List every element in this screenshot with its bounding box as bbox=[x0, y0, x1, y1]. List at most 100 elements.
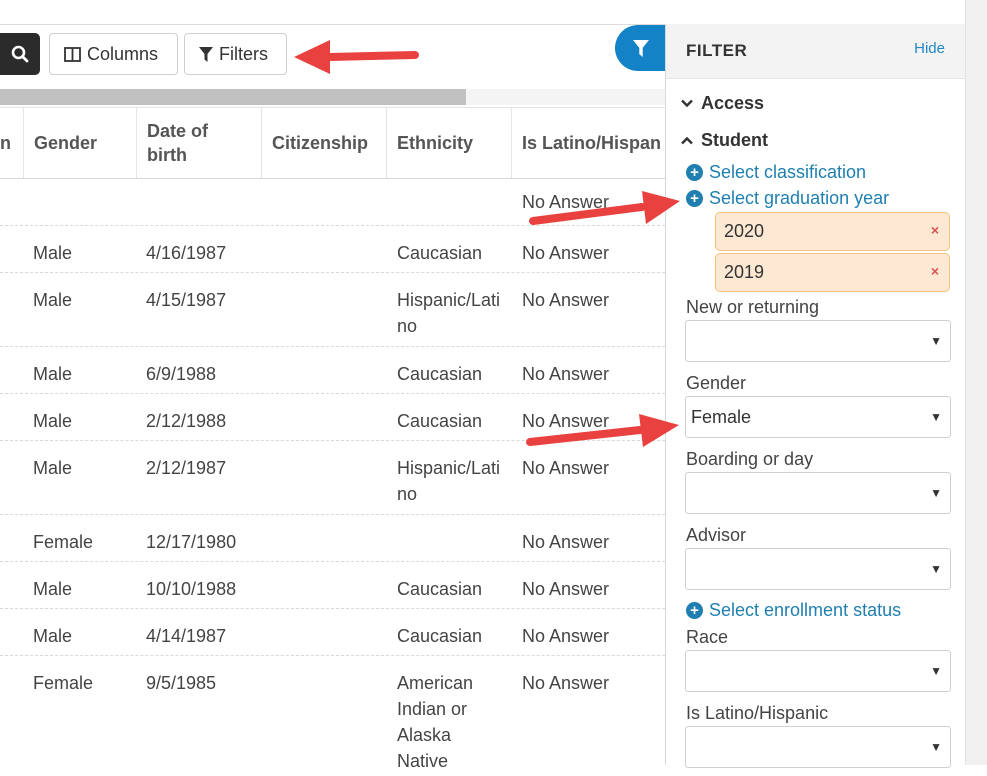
caret-down-icon: ▼ bbox=[930, 410, 942, 424]
latino-select[interactable]: ▼ bbox=[685, 726, 951, 768]
latino-label: Is Latino/Hispanic bbox=[686, 703, 829, 723]
table-row[interactable]: Male 2/12/1987 Hispanic/Latino No Answer bbox=[0, 441, 665, 515]
students-table: n Gender Date of birth Citizenship Ethni… bbox=[0, 107, 665, 776]
caret-down-icon: ▼ bbox=[930, 486, 942, 500]
gender-cell: Male bbox=[33, 364, 73, 384]
dob-cell: 4/15/1987 bbox=[146, 290, 227, 310]
horizontal-scrollbar-thumb[interactable] bbox=[0, 89, 466, 105]
chip-label: 2019 bbox=[724, 262, 765, 282]
advisor-select[interactable]: ▼ bbox=[685, 548, 951, 590]
columns-label: Columns bbox=[87, 43, 159, 64]
table-row[interactable]: Male 4/15/1987 Hispanic/Latino No Answer bbox=[0, 273, 665, 347]
dob-cell: 9/5/1985 bbox=[146, 673, 217, 693]
table-row[interactable]: Male 4/16/1987 Caucasian No Answer bbox=[0, 226, 665, 273]
latino-cell: No Answer bbox=[522, 458, 610, 478]
columns-icon bbox=[64, 46, 81, 62]
gender-cell: Male bbox=[33, 579, 73, 599]
ethnicity-cell: Caucasian bbox=[397, 626, 483, 646]
caret-down-icon: ▼ bbox=[930, 562, 942, 576]
select-graduation-year-label: Select graduation year bbox=[709, 188, 890, 208]
ethnicity-cell: Caucasian bbox=[397, 579, 483, 599]
latino-cell: No Answer bbox=[522, 579, 610, 599]
funnel-icon bbox=[199, 46, 213, 62]
select-classification-link[interactable]: + Select classification bbox=[686, 162, 866, 183]
section-student[interactable]: Student bbox=[681, 130, 768, 151]
ethnicity-cell: Caucasian bbox=[397, 364, 483, 384]
ethnicity-cell: Caucasian bbox=[397, 243, 483, 263]
table-row[interactable]: Male 10/10/1988 Caucasian No Answer bbox=[0, 562, 665, 609]
table-header: n Gender Date of birth Citizenship Ethni… bbox=[0, 107, 665, 179]
filters-label: Filters bbox=[219, 43, 268, 64]
top-divider bbox=[0, 24, 665, 25]
plus-circle-icon: + bbox=[686, 164, 703, 181]
gender-select[interactable]: Female ▼ bbox=[685, 396, 951, 438]
column-header[interactable]: n bbox=[0, 108, 24, 178]
gender-cell: Male bbox=[33, 626, 73, 646]
dob-cell: 4/14/1987 bbox=[146, 626, 227, 646]
select-classification-label: Select classification bbox=[709, 162, 867, 182]
plus-circle-icon: + bbox=[686, 602, 703, 619]
column-header-gender[interactable]: Gender bbox=[24, 108, 137, 178]
table-row[interactable]: Male 6/9/1988 Caucasian No Answer bbox=[0, 347, 665, 394]
race-select[interactable]: ▼ bbox=[685, 650, 951, 692]
filters-button[interactable]: Filters bbox=[184, 33, 287, 75]
funnel-icon bbox=[633, 39, 649, 57]
filter-panel-header: FILTER Hide bbox=[666, 24, 965, 79]
column-header-latino[interactable]: Is Latino/Hispan bbox=[512, 108, 665, 178]
gender-cell: Female bbox=[33, 532, 94, 552]
caret-down-icon: ▼ bbox=[930, 740, 942, 754]
hide-filter-link[interactable]: Hide bbox=[914, 40, 945, 57]
ethnicity-cell: Caucasian bbox=[397, 411, 483, 431]
latino-cell: No Answer bbox=[522, 673, 610, 693]
new-or-returning-select[interactable]: ▼ bbox=[685, 320, 951, 362]
latino-cell: No Answer bbox=[522, 411, 610, 431]
graduation-year-chip: 2020 × bbox=[715, 212, 950, 251]
chip-label: 2020 bbox=[724, 221, 765, 241]
dob-cell: 6/9/1988 bbox=[146, 364, 217, 384]
latino-cell: No Answer bbox=[522, 364, 610, 384]
gender-cell: Male bbox=[33, 458, 73, 478]
latino-cell: No Answer bbox=[522, 626, 610, 646]
arrow-to-filters-icon bbox=[294, 40, 419, 74]
columns-button[interactable]: Columns bbox=[49, 33, 178, 75]
ethnicity-cell: Hispanic/Latino bbox=[397, 290, 501, 336]
filter-panel: FILTER Hide Access Student + Select clas… bbox=[665, 24, 965, 768]
remove-chip-icon[interactable]: × bbox=[931, 263, 939, 279]
chevron-down-icon bbox=[681, 99, 693, 108]
graduation-year-chip: 2019 × bbox=[715, 253, 950, 292]
select-enrollment-status-label: Select enrollment status bbox=[709, 600, 902, 620]
column-header-ethnicity[interactable]: Ethnicity bbox=[387, 108, 512, 178]
boarding-label: Boarding or day bbox=[686, 449, 814, 469]
chevron-up-icon bbox=[681, 136, 693, 145]
table-row[interactable]: Female 9/5/1985 American Indian or Alask… bbox=[0, 656, 665, 776]
section-student-label: Student bbox=[701, 130, 768, 150]
dob-cell: 2/12/1987 bbox=[146, 458, 227, 478]
gender-cell: Female bbox=[33, 673, 94, 693]
section-access-label: Access bbox=[701, 93, 765, 113]
new-or-returning-label: New or returning bbox=[686, 297, 820, 317]
caret-down-icon: ▼ bbox=[930, 334, 942, 348]
select-graduation-year-link[interactable]: + Select graduation year bbox=[686, 188, 889, 209]
table-row[interactable]: Female 12/17/1980 No Answer bbox=[0, 515, 665, 562]
ethnicity-cell: American Indian or Alaska Native bbox=[397, 673, 474, 771]
table-row[interactable]: Male 2/12/1988 Caucasian No Answer bbox=[0, 394, 665, 441]
column-header-citizenship[interactable]: Citizenship bbox=[262, 108, 387, 178]
race-label: Race bbox=[686, 627, 729, 647]
remove-chip-icon[interactable]: × bbox=[931, 222, 939, 238]
gender-cell: Male bbox=[33, 411, 73, 431]
section-access[interactable]: Access bbox=[681, 93, 764, 114]
search-button[interactable] bbox=[0, 33, 40, 75]
table-row[interactable]: Male 4/14/1987 Caucasian No Answer bbox=[0, 609, 665, 656]
table-row[interactable]: No Answer bbox=[0, 179, 665, 226]
caret-down-icon: ▼ bbox=[930, 664, 942, 678]
select-enrollment-status-link[interactable]: + Select enrollment status bbox=[686, 600, 901, 621]
advisor-label: Advisor bbox=[686, 525, 747, 545]
latino-cell: No Answer bbox=[522, 532, 610, 552]
plus-circle-icon: + bbox=[686, 190, 703, 207]
dob-cell: 12/17/1980 bbox=[146, 532, 237, 552]
boarding-select[interactable]: ▼ bbox=[685, 472, 951, 514]
latino-cell: No Answer bbox=[522, 243, 610, 263]
column-header-dob[interactable]: Date of birth bbox=[137, 108, 262, 178]
filter-panel-title: FILTER bbox=[686, 41, 748, 60]
page-gutter bbox=[965, 0, 987, 765]
